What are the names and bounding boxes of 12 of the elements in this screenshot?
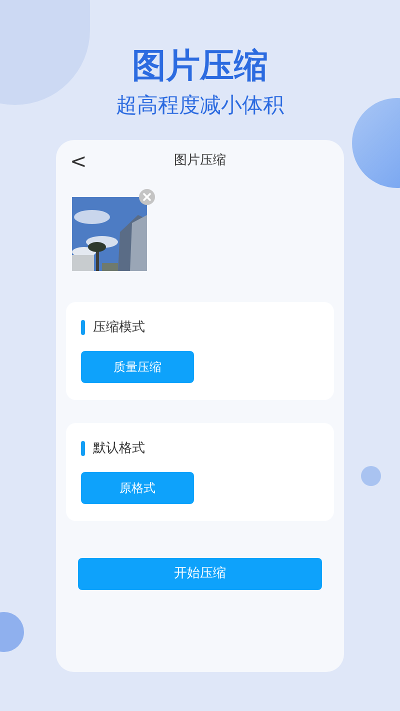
promo-subtitle: 超高程度减小体积 xyxy=(116,92,284,119)
promo-title: 图片压缩 xyxy=(132,45,268,88)
start-button[interactable]: 开始压缩 xyxy=(78,558,322,590)
option-button[interactable]: 原格式 xyxy=(81,472,194,504)
close-icon[interactable] xyxy=(139,189,155,205)
screen-title: 图片压缩 xyxy=(174,152,226,170)
section-heading: 默认格式 xyxy=(93,440,145,458)
option-button[interactable]: 质量压缩 xyxy=(81,350,194,382)
accent-bar xyxy=(81,441,85,456)
back-button[interactable]: < xyxy=(70,146,87,176)
section-heading: 压缩模式 xyxy=(93,319,145,337)
accent-bar xyxy=(81,320,85,336)
